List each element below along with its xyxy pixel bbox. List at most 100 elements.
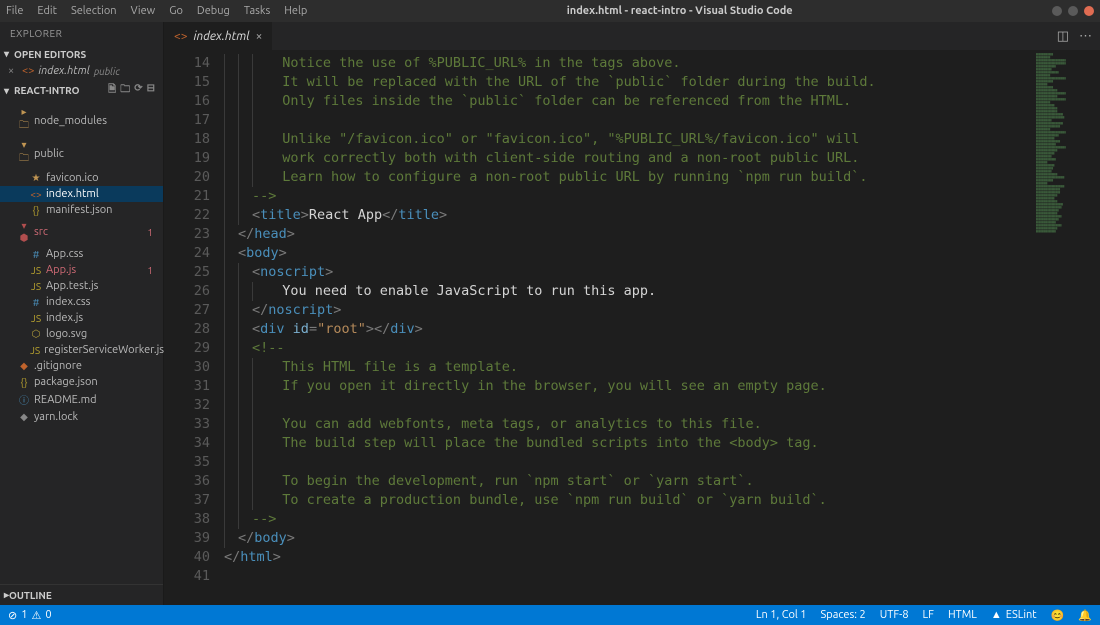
- html-file-icon: <>: [22, 65, 34, 77]
- tree-item-README-md[interactable]: ⓘ README.md: [0, 390, 163, 409]
- tree-item-label: App.css: [46, 248, 83, 260]
- line-number-gutter: 1415161718192021222324252627282930313233…: [164, 50, 224, 605]
- tab-close-icon[interactable]: ×: [256, 30, 263, 43]
- maximize-icon[interactable]: [1068, 6, 1078, 16]
- explorer-title: EXPLORER: [0, 22, 163, 45]
- eslint-icon: ▲: [991, 609, 1002, 621]
- editor-tabs: <> index.html × ◫ ⋯: [164, 22, 1100, 50]
- menu-selection[interactable]: Selection: [71, 5, 117, 17]
- collapse-icon[interactable]: ⊟: [147, 82, 155, 99]
- code-editor[interactable]: 1415161718192021222324252627282930313233…: [164, 50, 1100, 605]
- new-folder-icon[interactable]: 🗀: [120, 82, 130, 99]
- svg-icon: ⬡: [30, 328, 42, 340]
- close-editor-icon[interactable]: ×: [8, 65, 18, 77]
- tree-item-label: index.css: [46, 296, 90, 308]
- js-icon: JS: [30, 265, 42, 276]
- menu-edit[interactable]: Edit: [37, 5, 57, 17]
- tree-item-label: node_modules: [34, 115, 107, 127]
- status-problems[interactable]: ⊘1 ⚠0: [8, 609, 52, 622]
- star-icon: ★: [30, 172, 42, 184]
- tree-item-label: README.md: [34, 394, 97, 406]
- more-icon[interactable]: ⋯: [1079, 29, 1092, 44]
- open-editor-name: index.html: [38, 65, 89, 77]
- tree-item-label: logo.svg: [46, 328, 87, 340]
- md-icon: ⓘ: [18, 392, 30, 407]
- outline-header[interactable]: ▸ OUTLINE: [0, 584, 163, 605]
- folder-open-icon: ▾ 🗀: [18, 139, 30, 168]
- status-eslint[interactable]: ▲ESLint: [991, 609, 1037, 621]
- open-editors-header[interactable]: ▾ OPEN EDITORS: [0, 45, 163, 63]
- window-title: index.html - react-intro - Visual Studio…: [307, 5, 1052, 17]
- code-content[interactable]: Notice the use of %PUBLIC_URL% in the ta…: [224, 50, 1034, 605]
- html-icon: <>: [30, 189, 42, 200]
- tree-item-label: index.js: [46, 312, 83, 324]
- pkg-icon: {}: [18, 377, 30, 388]
- json-icon: {}: [30, 205, 42, 216]
- tree-item-favicon-ico[interactable]: ★favicon.ico: [0, 170, 163, 186]
- tree-item-index-js[interactable]: JS index.js: [0, 310, 163, 326]
- tree-item-logo-svg[interactable]: ⬡ logo.svg: [0, 326, 163, 342]
- project-actions: 🗎 🗀 ⟳ ⊟: [108, 82, 159, 99]
- error-icon: ⊘: [8, 609, 17, 622]
- minimap[interactable]: ████████████ ██████████ ████████████████…: [1034, 50, 1100, 605]
- error-badge: 1: [147, 227, 153, 238]
- tree-item-App-css[interactable]: # App.css: [0, 246, 163, 262]
- tree-item-node_modules[interactable]: ▸ 🗀node_modules: [0, 104, 163, 137]
- tree-item-package-json[interactable]: {} package.json: [0, 374, 163, 390]
- css-icon: #: [30, 297, 42, 308]
- chevron-down-icon: ▾: [4, 48, 14, 60]
- tree-item--gitignore[interactable]: ◆ .gitignore: [0, 358, 163, 374]
- tree-item-index-css[interactable]: # index.css: [0, 294, 163, 310]
- menu-debug[interactable]: Debug: [197, 5, 230, 17]
- status-feedback-icon[interactable]: 😊: [1051, 609, 1065, 622]
- tree-item-public[interactable]: ▾ 🗀 public: [0, 137, 163, 170]
- tree-item-label: registerServiceWorker.js: [44, 344, 164, 356]
- tree-item-App-js[interactable]: JS App.js 1: [0, 262, 163, 278]
- split-editor-icon[interactable]: ◫: [1057, 29, 1069, 44]
- tree-item-label: App.test.js: [46, 280, 98, 292]
- minimize-icon[interactable]: [1052, 6, 1062, 16]
- status-eol[interactable]: LF: [923, 609, 934, 621]
- status-notifications-icon[interactable]: 🔔: [1078, 609, 1092, 622]
- tree-item-index-html[interactable]: <> index.html: [0, 186, 163, 202]
- css-icon: #: [30, 249, 42, 260]
- menu-view[interactable]: View: [131, 5, 156, 17]
- tree-item-label: public: [34, 148, 64, 160]
- src-open-icon: ▾ ⬢: [18, 220, 30, 244]
- titlebar: File Edit Selection View Go Debug Tasks Help in…: [0, 0, 1100, 22]
- menu-tasks[interactable]: Tasks: [244, 5, 270, 17]
- tree-item-manifest-json[interactable]: {} manifest.json: [0, 202, 163, 218]
- tree-item-label: src: [34, 226, 48, 238]
- project-folder-header[interactable]: ▾ REACT-INTRO 🗎 🗀 ⟳ ⊟: [0, 79, 163, 102]
- status-encoding[interactable]: UTF-8: [880, 609, 909, 621]
- status-cursor-position[interactable]: Ln 1, Col 1: [756, 609, 807, 621]
- status-indentation[interactable]: Spaces: 2: [821, 609, 866, 621]
- js-icon: JS: [30, 313, 42, 324]
- tree-item-src[interactable]: ▾ ⬢ src 1: [0, 218, 163, 246]
- tree-item-label: manifest.json: [46, 204, 112, 216]
- tree-item-App-test-js[interactable]: JS App.test.js: [0, 278, 163, 294]
- tab-index-html[interactable]: <> index.html ×: [164, 22, 273, 50]
- tree-item-label: .gitignore: [34, 360, 82, 372]
- js-icon: JS: [30, 345, 40, 356]
- tree-item-yarn-lock[interactable]: ◆yarn.lock: [0, 409, 163, 425]
- menu-go[interactable]: Go: [169, 5, 183, 17]
- tree-item-label: App.js: [46, 264, 76, 276]
- open-editor-item[interactable]: × <> index.html public: [0, 63, 163, 79]
- status-language[interactable]: HTML: [948, 609, 977, 621]
- js-icon: JS: [30, 281, 42, 292]
- error-badge: 1: [147, 265, 153, 276]
- tree-item-label: index.html: [46, 188, 99, 200]
- tree-item-label: package.json: [34, 376, 98, 388]
- tree-item-registerServiceWorker-js[interactable]: JS registerServiceWorker.js: [0, 342, 163, 358]
- file-tree: ▸ 🗀node_modules ▾ 🗀 public ★favicon.ico <> in…: [0, 102, 163, 425]
- menu-help[interactable]: Help: [284, 5, 307, 17]
- git-icon: ◆: [18, 360, 30, 372]
- new-file-icon[interactable]: 🗎: [108, 82, 116, 99]
- explorer-sidebar: EXPLORER ▾ OPEN EDITORS × <> index.html …: [0, 22, 164, 605]
- close-icon[interactable]: [1084, 6, 1094, 16]
- menu-bar: File Edit Selection View Go Debug Tasks Help: [6, 5, 307, 17]
- chevron-down-icon: ▾: [4, 85, 14, 97]
- menu-file[interactable]: File: [6, 5, 23, 17]
- refresh-icon[interactable]: ⟳: [134, 82, 142, 99]
